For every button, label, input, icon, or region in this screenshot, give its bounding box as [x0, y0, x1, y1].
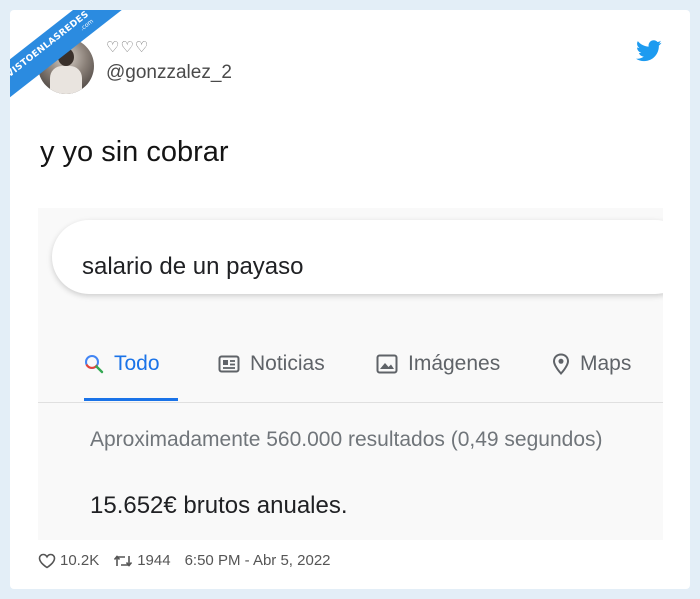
avatar-body: [50, 66, 82, 94]
tweet-text: y yo sin cobrar: [40, 136, 229, 168]
google-search-screenshot: salario de un payaso Todo Noticias Imáge…: [38, 208, 663, 540]
search-tabs: Todo Noticias Imágenes Maps: [38, 336, 663, 388]
user-handle[interactable]: @gonzzalez_2: [106, 62, 232, 84]
results-stats: Aproximadamente 560.000 resultados (0,49…: [90, 428, 603, 451]
like-count: 10.2K: [60, 552, 100, 569]
search-icon: [85, 355, 104, 374]
tab-imagenes: Imágenes: [376, 352, 500, 376]
active-tab-indicator: [84, 398, 178, 401]
heart-icon[interactable]: [38, 553, 56, 569]
tab-label: Imágenes: [408, 352, 501, 375]
search-query: salario de un payaso: [82, 253, 304, 280]
tweet-card: VISTOENLASREDES .com ♡♡♡ @gonzzalez_2 y …: [10, 10, 690, 589]
tab-label: Noticias: [250, 352, 325, 375]
tab-maps: Maps: [552, 352, 631, 376]
tweet-footer: 10.2K 1944 6:50 PM - Abr 5, 2022: [38, 552, 331, 569]
search-box: salario de un payaso: [52, 220, 663, 294]
retweet-count: 1944: [137, 552, 171, 569]
display-name[interactable]: ♡♡♡: [106, 38, 149, 56]
news-icon: [218, 355, 240, 373]
tab-label: Maps: [580, 352, 632, 375]
featured-answer: 15.652€ brutos anuales.: [90, 492, 348, 519]
tab-label: Todo: [114, 352, 160, 375]
retweet-icon[interactable]: [113, 553, 133, 569]
twitter-bird-icon[interactable]: [636, 40, 662, 62]
tab-noticias: Noticias: [218, 352, 325, 376]
tab-todo: Todo: [84, 352, 160, 376]
tweet-timestamp[interactable]: 6:50 PM - Abr 5, 2022: [185, 552, 331, 569]
image-icon: [376, 354, 398, 374]
divider: [38, 402, 663, 403]
map-pin-icon: [552, 353, 570, 375]
